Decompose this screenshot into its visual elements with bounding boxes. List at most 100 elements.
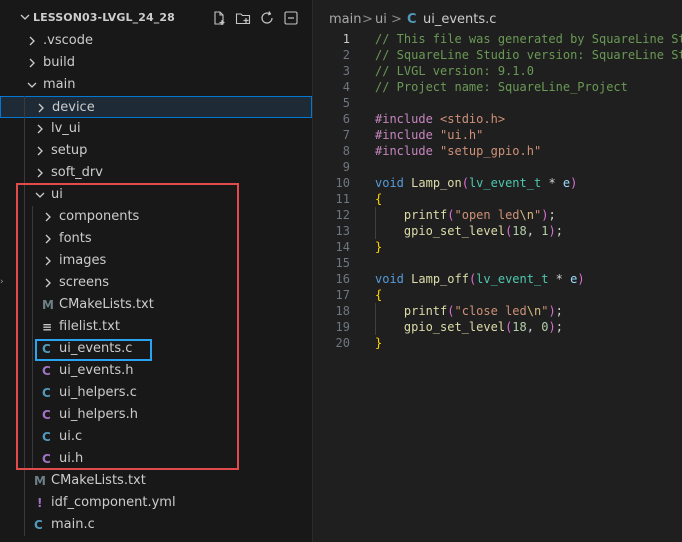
code-line[interactable]: 11 { [313,191,682,207]
breadcrumb-separator: > [391,12,402,27]
tree-item-build[interactable]: build [0,52,312,74]
ui-folder-highlight [16,183,239,470]
line-number: 9 [342,160,350,174]
tree-item-label: idf_component.yml [51,495,176,510]
code-text: void Lamp_off(lv_event_t * e) [375,272,585,286]
chevron-right-icon[interactable] [35,102,47,114]
chevron-right-icon[interactable] [34,123,46,135]
refresh-icon[interactable] [259,10,275,26]
tree-item-label: main [43,77,76,92]
code-line[interactable]: 10 void Lamp_on(lv_event_t * e) [313,175,682,191]
code-line[interactable]: 13 gpio_set_level(18, 1); [313,223,682,239]
code-text: } [375,240,383,254]
ui-events-highlight [35,339,152,361]
code-line[interactable]: 14} [313,239,682,255]
tree-item-label: .vscode [43,33,93,48]
code-line[interactable]: 3 // LVGL version: 9.1.0 [313,63,682,79]
code-line[interactable]: 6 #include <stdio.h> [313,111,682,127]
tree-item-main[interactable]: main [0,74,312,96]
chevron-right-icon[interactable] [26,57,38,69]
code-text: } [375,336,383,350]
code-text: void Lamp_on(lv_event_t * e) [375,176,578,190]
code-text: // LVGL version: 9.1.0 [375,64,534,78]
code-line[interactable]: 15 [313,255,682,271]
code-text: #include <stdio.h> [375,112,506,126]
c-file-icon: C [34,518,43,532]
code-line[interactable]: 19 gpio_set_level(18, 0); [313,319,682,335]
line-number: 20 [335,336,350,350]
tree-item-label: setup [51,143,88,158]
code-line[interactable]: 1 // This file was generated by SquareLin… [313,31,682,47]
code-line[interactable]: 4 // Project name: SquareLine_Project [313,79,682,95]
code-line[interactable]: 5 [313,95,682,111]
line-number: 17 [335,288,350,302]
tree-item-label: device [52,100,95,115]
yaml-icon: ! [37,496,43,510]
code-text: printf("close led\n"); [403,304,563,318]
code-text: gpio_set_level(18, 0); [403,320,563,334]
tree-item-setup[interactable]: setup [0,140,312,162]
code-text: printf("open led\n"); [403,208,556,222]
code-line[interactable]: 17 { [313,287,682,303]
line-number: 14 [335,240,350,254]
tree-item-cmakelists-txt[interactable]: M CMakeLists.txt [0,470,312,492]
code-text: // This file was generated by SquareLine… [375,32,682,46]
line-number: 10 [335,176,350,190]
code-text: #include "ui.h" [375,128,484,142]
tree-item-soft-drv[interactable]: soft_drv [0,162,312,184]
line-number: 4 [342,80,350,94]
line-number: 11 [335,192,350,206]
cmake-icon: M [34,474,46,488]
chevron-down-icon[interactable] [19,11,31,27]
c-file-icon: C [407,12,417,27]
code-line[interactable]: 18 printf("close led\n"); [313,303,682,319]
code-text: { [375,192,383,206]
collapse-all-icon[interactable] [283,10,299,26]
tree-item-label: main.c [51,517,95,532]
line-number: 3 [342,64,350,78]
line-number: 15 [335,256,350,270]
code-text: // SquareLine Studio version: SquareLine… [375,48,682,62]
editor-panel: main > ui > C ui_events.c 1 // This file … [313,0,682,542]
line-number: 1 [342,32,350,46]
line-number: 12 [335,208,350,222]
line-number: 18 [335,304,350,318]
tree-item--vscode[interactable]: .vscode [0,30,312,52]
new-folder-icon[interactable] [235,10,251,26]
code-line[interactable]: 2 // SquareLine Studio version: SquareLin… [313,47,682,63]
indent-guide [375,207,376,239]
code-text: #include "setup_gpio.h" [375,144,542,158]
line-number: 5 [342,96,350,110]
chevron-down-icon[interactable] [26,79,38,91]
tree-item-label: build [43,55,75,70]
code-line[interactable]: 9 [313,159,682,175]
breadcrumb-ui[interactable]: ui [375,12,387,27]
tree-item-idf-component-yml[interactable]: ! idf_component.yml [0,492,312,514]
new-file-icon[interactable] [211,10,227,26]
code-line[interactable]: 8 #include "setup_gpio.h" [313,143,682,159]
line-number: 6 [342,112,350,126]
tree-item-main-c[interactable]: Cmain.c [0,514,312,536]
chevron-right-icon[interactable] [34,145,46,157]
line-number: 19 [335,320,350,334]
line-number: 7 [342,128,350,142]
chevron-right-icon[interactable] [26,35,38,47]
chevron-right-icon[interactable] [34,167,46,179]
breadcrumb-file[interactable]: ui_events.c [423,12,496,27]
tree-item-label: CMakeLists.txt [51,473,146,488]
tree-item-label: soft_drv [51,165,103,180]
code-text: gpio_set_level(18, 1); [403,224,563,238]
tree-item-lv-ui[interactable]: lv_ui [0,118,312,140]
indent-guide [375,303,376,335]
line-number: 13 [335,224,350,238]
code-line[interactable]: 20} [313,335,682,351]
breadcrumb-main[interactable]: main [329,12,361,27]
code-text: // Project name: SquareLine_Project [375,80,628,94]
tree-item-label: lv_ui [51,121,81,136]
explorer-panel: LESSON03-LVGL_24_28 .vscode build main devi… [0,0,313,542]
code-line[interactable]: 12 printf("open led\n"); [313,207,682,223]
tree-item-device[interactable]: device [0,96,312,118]
code-line[interactable]: 16 void Lamp_off(lv_event_t * e) [313,271,682,287]
code-line[interactable]: 7 #include "ui.h" [313,127,682,143]
explorer-header[interactable]: LESSON03-LVGL_24_28 [0,7,313,29]
